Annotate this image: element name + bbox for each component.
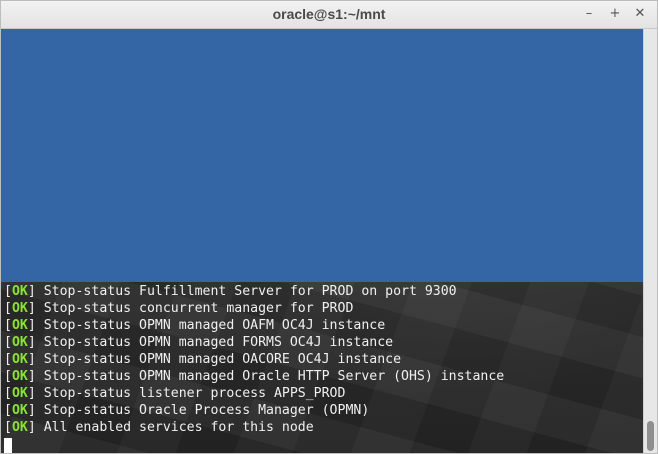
status-ok: OK xyxy=(11,369,28,384)
status-bracket-open: [ xyxy=(4,403,12,418)
status-bracket-open: [ xyxy=(4,318,12,333)
output-line: [OK] Stop-status listener process APPS_P… xyxy=(4,385,504,402)
title-bar[interactable]: oracle@s1:~/mnt – + ✕ xyxy=(1,1,657,29)
status-ok: OK xyxy=(11,403,28,418)
output-line: [OK] Stop-status concurrent manager for … xyxy=(4,300,504,317)
terminal-highlight-block xyxy=(1,29,643,282)
output-text: Stop-status OPMN managed Oracle HTTP Ser… xyxy=(35,369,505,384)
status-bracket-open: [ xyxy=(4,352,12,367)
output-text: Stop-status OPMN managed OAFM OC4J insta… xyxy=(35,318,386,333)
output-text: Stop-status concurrent manager for PROD xyxy=(35,301,354,316)
status-ok: OK xyxy=(11,335,28,350)
terminal-scrollbar[interactable] xyxy=(643,29,657,453)
output-text: All enabled services for this node xyxy=(35,420,314,435)
output-line: [OK] All enabled services for this node xyxy=(4,419,504,436)
output-line: [OK] Stop-status OPMN managed OAFM OC4J … xyxy=(4,317,504,334)
status-bracket-close: ] xyxy=(27,284,36,299)
output-text: Stop-status OPMN managed FORMS OC4J inst… xyxy=(35,335,394,350)
output-line: [OK] Stop-status OPMN managed Oracle HTT… xyxy=(4,368,504,385)
status-bracket-open: [ xyxy=(4,369,12,384)
status-bracket-close: ] xyxy=(27,318,36,333)
status-bracket-close: ] xyxy=(27,386,36,401)
status-ok: OK xyxy=(11,301,28,316)
status-bracket-close: ] xyxy=(27,335,36,350)
minimize-icon[interactable]: – xyxy=(580,5,598,23)
output-text: Stop-status OPMN managed OACORE OC4J ins… xyxy=(35,352,402,367)
window-title: oracle@s1:~/mnt xyxy=(272,6,386,22)
status-bracket-close: ] xyxy=(27,403,36,418)
terminal-cursor xyxy=(4,438,12,453)
status-bracket-open: [ xyxy=(4,335,12,350)
status-bracket-close: ] xyxy=(27,420,36,435)
status-bracket-open: [ xyxy=(4,301,12,316)
status-bracket-open: [ xyxy=(4,420,12,435)
status-bracket-close: ] xyxy=(27,369,36,384)
output-line: [OK] Stop-status Fulfillment Server for … xyxy=(4,283,504,300)
status-ok: OK xyxy=(11,386,28,401)
maximize-icon[interactable]: + xyxy=(606,5,624,23)
output-text: Stop-status Fulfillment Server for PROD … xyxy=(35,284,457,299)
output-text: Stop-status Oracle Process Manager (OPMN… xyxy=(35,403,370,418)
output-text: Stop-status listener process APPS_PROD xyxy=(35,386,346,401)
scrollbar-thumb[interactable] xyxy=(647,421,654,451)
status-bracket-open: [ xyxy=(4,284,12,299)
output-line: [OK] Stop-status OPMN managed FORMS OC4J… xyxy=(4,334,504,351)
status-bracket-open: [ xyxy=(4,386,12,401)
output-line: [OK] Stop-status Oracle Process Manager … xyxy=(4,402,504,419)
terminal-output: [OK] Stop-status Fulfillment Server for … xyxy=(4,283,504,436)
status-ok: OK xyxy=(11,284,28,299)
close-icon[interactable]: ✕ xyxy=(631,5,649,23)
status-bracket-close: ] xyxy=(27,301,36,316)
status-ok: OK xyxy=(11,352,28,367)
status-bracket-close: ] xyxy=(27,352,36,367)
terminal-window: oracle@s1:~/mnt – + ✕ [OK] Stop-status F… xyxy=(0,0,658,454)
status-ok: OK xyxy=(11,420,28,435)
terminal-area[interactable]: [OK] Stop-status Fulfillment Server for … xyxy=(1,29,643,453)
status-ok: OK xyxy=(11,318,28,333)
output-line: [OK] Stop-status OPMN managed OACORE OC4… xyxy=(4,351,504,368)
